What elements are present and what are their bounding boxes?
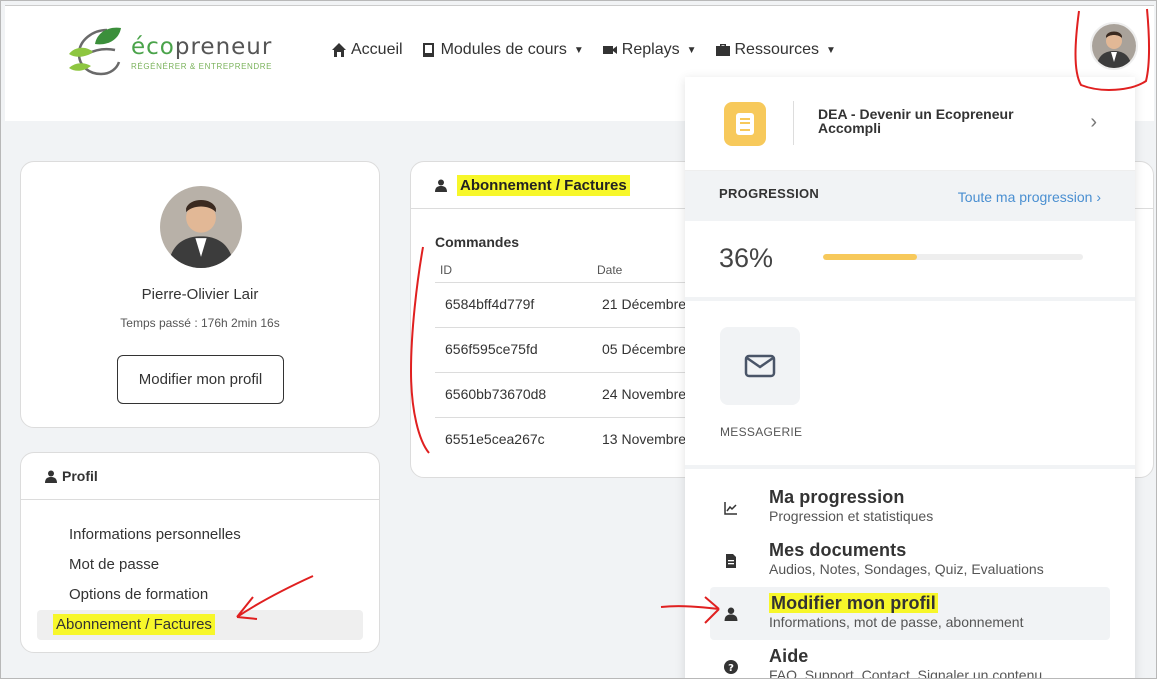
order-date: 24 Novembre bbox=[602, 386, 687, 402]
user-icon bbox=[724, 607, 738, 621]
profil-menu-item-infos[interactable]: Informations personnelles bbox=[37, 520, 363, 550]
orders-col-id: ID bbox=[440, 263, 452, 277]
link-title-text: Modifier mon profil bbox=[769, 593, 938, 613]
link-modifier-profil[interactable]: Modifier mon profil Informations, mot de… bbox=[710, 587, 1110, 640]
order-date: 13 Novembre bbox=[602, 431, 687, 447]
chevron-down-icon: ▼ bbox=[825, 44, 836, 56]
envelope-icon bbox=[744, 354, 776, 378]
order-date: 05 Décembre bbox=[602, 341, 687, 357]
help-icon: ? bbox=[724, 660, 738, 674]
link-mes-documents[interactable]: Mes documents Audios, Notes, Sondages, Q… bbox=[710, 534, 1110, 587]
chart-icon bbox=[724, 502, 737, 515]
book-icon bbox=[422, 43, 434, 57]
link-title: Mes documents bbox=[769, 540, 907, 560]
nav-label: Accueil bbox=[351, 41, 403, 58]
profil-menu-item-subscription[interactable]: Abonnement / Factures bbox=[37, 610, 363, 640]
profile-card: Pierre-Olivier Lair Temps passé : 176h 2… bbox=[20, 161, 380, 428]
order-date: 21 Décembre bbox=[602, 296, 687, 312]
order-id: 656f595ce75fd bbox=[445, 341, 538, 357]
link-aide[interactable]: ? Aide FAQ, Support, Contact, Signaler u… bbox=[710, 640, 1110, 679]
chevron-right-icon: › bbox=[1096, 189, 1101, 205]
course-book-icon bbox=[724, 102, 766, 146]
main-nav: Accueil Modules de cours ▼ Replays ▼ Resso… bbox=[331, 41, 836, 59]
link-subtitle: Progression et statistiques bbox=[769, 508, 934, 524]
orders-title: Abonnement / Factures bbox=[457, 174, 630, 196]
messaging-section: MESSAGERIE bbox=[685, 301, 1135, 469]
link-ma-progression[interactable]: Ma progression Progression et statistiqu… bbox=[710, 481, 1110, 534]
brand-wordmark: écopreneur bbox=[131, 34, 273, 60]
link-subtitle: Audios, Notes, Sondages, Quiz, Evaluatio… bbox=[769, 561, 1044, 577]
profil-menu-item-label: Abonnement / Factures bbox=[53, 614, 215, 635]
brand-tagline: RÉGÉNÉRER & ENTREPRENDRE bbox=[131, 62, 273, 71]
link-title: Modifier mon profil bbox=[769, 593, 938, 614]
order-id: 6584bff4d779f bbox=[445, 296, 535, 312]
profil-menu-item-password[interactable]: Mot de passe bbox=[37, 550, 363, 580]
profil-menu-title: Profil bbox=[62, 468, 98, 484]
nav-label: Ressources bbox=[734, 41, 819, 58]
profile-avatar bbox=[160, 186, 242, 268]
link-subtitle: Informations, mot de passe, abonnement bbox=[769, 614, 1024, 630]
briefcase-icon bbox=[715, 44, 730, 56]
avatar-photo-icon bbox=[160, 186, 242, 268]
home-icon bbox=[332, 43, 346, 57]
video-icon bbox=[602, 46, 617, 54]
user-dropdown-menu: DEA - Devenir un Ecopreneur Accompli › P… bbox=[685, 77, 1135, 679]
order-id: 6551e5cea267c bbox=[445, 431, 545, 447]
svg-text:?: ? bbox=[728, 663, 734, 674]
chevron-down-icon: ▼ bbox=[686, 44, 697, 56]
current-course[interactable]: DEA - Devenir un Ecopreneur Accompli › bbox=[685, 77, 1135, 171]
chevron-down-icon: ▼ bbox=[573, 44, 584, 56]
progress-label: PROGRESSION bbox=[719, 186, 820, 201]
document-icon bbox=[726, 554, 736, 568]
link-title: Ma progression bbox=[769, 487, 905, 507]
profile-name: Pierre-Olivier Lair bbox=[141, 286, 259, 303]
all-progress-link-label: Toute ma progression bbox=[957, 189, 1093, 205]
avatar-photo-icon bbox=[1092, 24, 1136, 68]
browser-frame: écopreneur RÉGÉNÉRER & ENTREPRENDRE Accu… bbox=[0, 0, 1157, 679]
nav-accueil[interactable]: Accueil bbox=[331, 41, 403, 59]
profil-menu-item-options[interactable]: Options de formation bbox=[37, 580, 363, 610]
orders-section-title: Commandes bbox=[435, 234, 520, 250]
chevron-right-icon: › bbox=[1090, 111, 1097, 133]
profil-menu-header: Profil bbox=[21, 453, 379, 500]
user-icon bbox=[435, 179, 447, 192]
order-id: 6560bb73670d8 bbox=[445, 386, 547, 402]
profile-time-spent: Temps passé : 176h 2min 16s bbox=[120, 316, 280, 330]
progress-bar bbox=[823, 254, 1083, 260]
link-subtitle: FAQ, Support, Contact, Signaler un conte… bbox=[769, 667, 1043, 679]
leaf-logo-icon bbox=[69, 27, 121, 76]
edit-profile-button[interactable]: Modifier mon profil bbox=[117, 355, 284, 404]
profil-menu-list: Informations personnelles Mot de passe O… bbox=[21, 500, 379, 640]
dropdown-links: Ma progression Progression et statistiqu… bbox=[685, 469, 1135, 679]
user-icon bbox=[45, 470, 57, 483]
progress-section: 36% bbox=[685, 221, 1135, 301]
course-title: DEA - Devenir un Ecopreneur Accompli bbox=[818, 106, 1014, 136]
nav-modules[interactable]: Modules de cours ▼ bbox=[421, 41, 584, 59]
brand-logo[interactable]: écopreneur RÉGÉNÉRER & ENTREPRENDRE bbox=[65, 24, 275, 80]
link-title: Aide bbox=[769, 646, 809, 666]
messaging-label: MESSAGERIE bbox=[720, 425, 803, 439]
progress-header: PROGRESSION Toute ma progression › bbox=[685, 171, 1135, 221]
nav-replays[interactable]: Replays ▼ bbox=[602, 41, 697, 59]
orders-col-date: Date bbox=[597, 263, 623, 277]
divider bbox=[793, 101, 794, 145]
nav-ressources[interactable]: Ressources ▼ bbox=[715, 41, 836, 59]
nav-label: Replays bbox=[621, 41, 680, 58]
progress-percent: 36% bbox=[719, 243, 774, 273]
nav-label: Modules de cours bbox=[440, 41, 567, 58]
messaging-button[interactable] bbox=[720, 327, 800, 405]
all-progress-link[interactable]: Toute ma progression › bbox=[958, 189, 1101, 205]
profil-menu-card: Profil Informations personnelles Mot de … bbox=[20, 452, 380, 653]
progress-bar-fill bbox=[823, 254, 917, 260]
user-avatar[interactable] bbox=[1090, 22, 1138, 70]
